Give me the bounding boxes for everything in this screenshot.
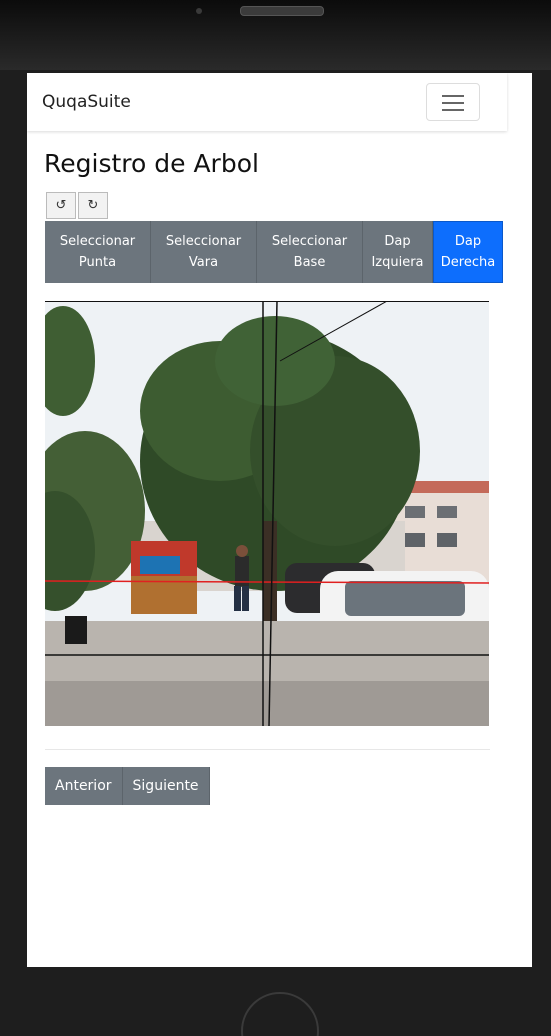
rotate-left-icon: ↺ (55, 198, 67, 213)
rotate-right-button[interactable]: ↻ (78, 192, 108, 219)
tool-label: Dap (454, 234, 482, 249)
tree-photo-canvas[interactable] (45, 301, 489, 726)
select-base-button[interactable]: Seleccionar Base (257, 221, 363, 283)
tool-label: Seleccionar (59, 234, 136, 249)
tool-label: Seleccionar (271, 234, 348, 249)
hamburger-icon (442, 95, 464, 97)
front-camera-icon (196, 8, 202, 14)
tool-label: Dap (384, 234, 411, 249)
tool-label: Seleccionar (165, 234, 242, 249)
tool-label: Vara (188, 255, 219, 270)
next-button[interactable]: Siguiente (122, 767, 210, 805)
pager: Anterior Siguiente (45, 767, 210, 805)
screen: QuqaSuite Registro de Arbol ↺ ↻ Seleccio… (27, 73, 532, 967)
page-title: Registro de Arbol (44, 149, 259, 178)
tool-label: Derecha (440, 255, 496, 270)
hamburger-icon (442, 102, 464, 104)
dap-right-button[interactable]: Dap Derecha (433, 221, 503, 283)
speaker-grille (240, 6, 324, 16)
navbar-toggler-button[interactable] (426, 83, 480, 121)
rotate-left-button[interactable]: ↺ (46, 192, 76, 219)
navbar: QuqaSuite (27, 73, 507, 131)
selection-toolbar: Seleccionar Punta Seleccionar Vara Selecci… (45, 221, 503, 283)
brand-link[interactable]: QuqaSuite (42, 92, 131, 112)
tool-label: Punta (78, 255, 117, 270)
select-pole-button[interactable]: Seleccionar Vara (151, 221, 257, 283)
select-tip-button[interactable]: Seleccionar Punta (45, 221, 151, 283)
home-button-icon[interactable] (241, 992, 319, 1036)
previous-button[interactable]: Anterior (45, 767, 123, 805)
tool-label: Base (293, 255, 326, 270)
hamburger-icon (442, 109, 464, 111)
rotate-right-icon: ↻ (87, 198, 99, 213)
tree-photo (45, 301, 489, 726)
divider (45, 749, 490, 750)
phone-device-frame: QuqaSuite Registro de Arbol ↺ ↻ Seleccio… (0, 0, 551, 1036)
tool-label: Izquiera (371, 255, 424, 270)
dap-left-button[interactable]: Dap Izquiera (363, 221, 433, 283)
